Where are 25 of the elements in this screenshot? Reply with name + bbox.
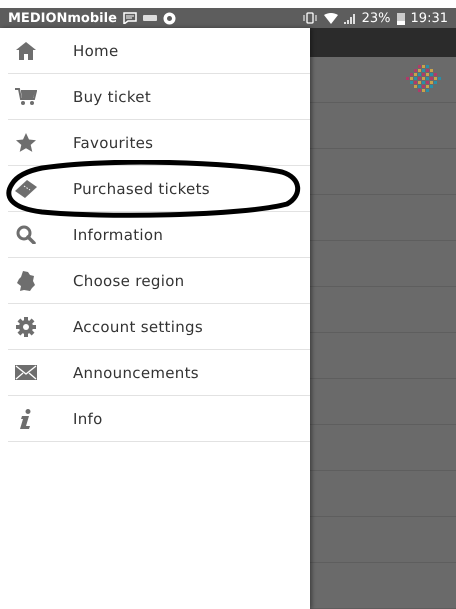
menu-item[interactable]: Announcements	[8, 350, 310, 396]
carrier-name: MEDIONmobile	[8, 10, 117, 26]
clock-time: 19:31	[410, 10, 448, 26]
menu-item[interactable]: Choose region	[8, 258, 310, 304]
signal-icon	[344, 12, 356, 24]
info-icon	[19, 408, 33, 428]
menu-item[interactable]: Buy ticket	[8, 74, 310, 120]
cart-icon	[15, 88, 37, 106]
battery-percent: 23%	[362, 10, 391, 26]
menu-item[interactable]: Information	[8, 212, 310, 258]
wifi-icon	[324, 12, 338, 24]
search-icon	[16, 225, 36, 244]
menu-item[interactable]: Home	[8, 28, 310, 74]
menu-item[interactable]: Account settings	[8, 304, 310, 350]
vibrate-icon	[302, 12, 318, 24]
notification-icon	[142, 15, 157, 21]
star-icon	[16, 133, 36, 152]
country-map-icon	[17, 270, 35, 290]
envelope-icon	[15, 365, 37, 380]
ticket-icon	[15, 180, 37, 198]
settings-icon	[16, 316, 36, 336]
message-icon	[122, 12, 137, 24]
house-icon	[16, 42, 36, 60]
browser-icon	[162, 12, 176, 24]
battery-icon	[396, 12, 405, 24]
